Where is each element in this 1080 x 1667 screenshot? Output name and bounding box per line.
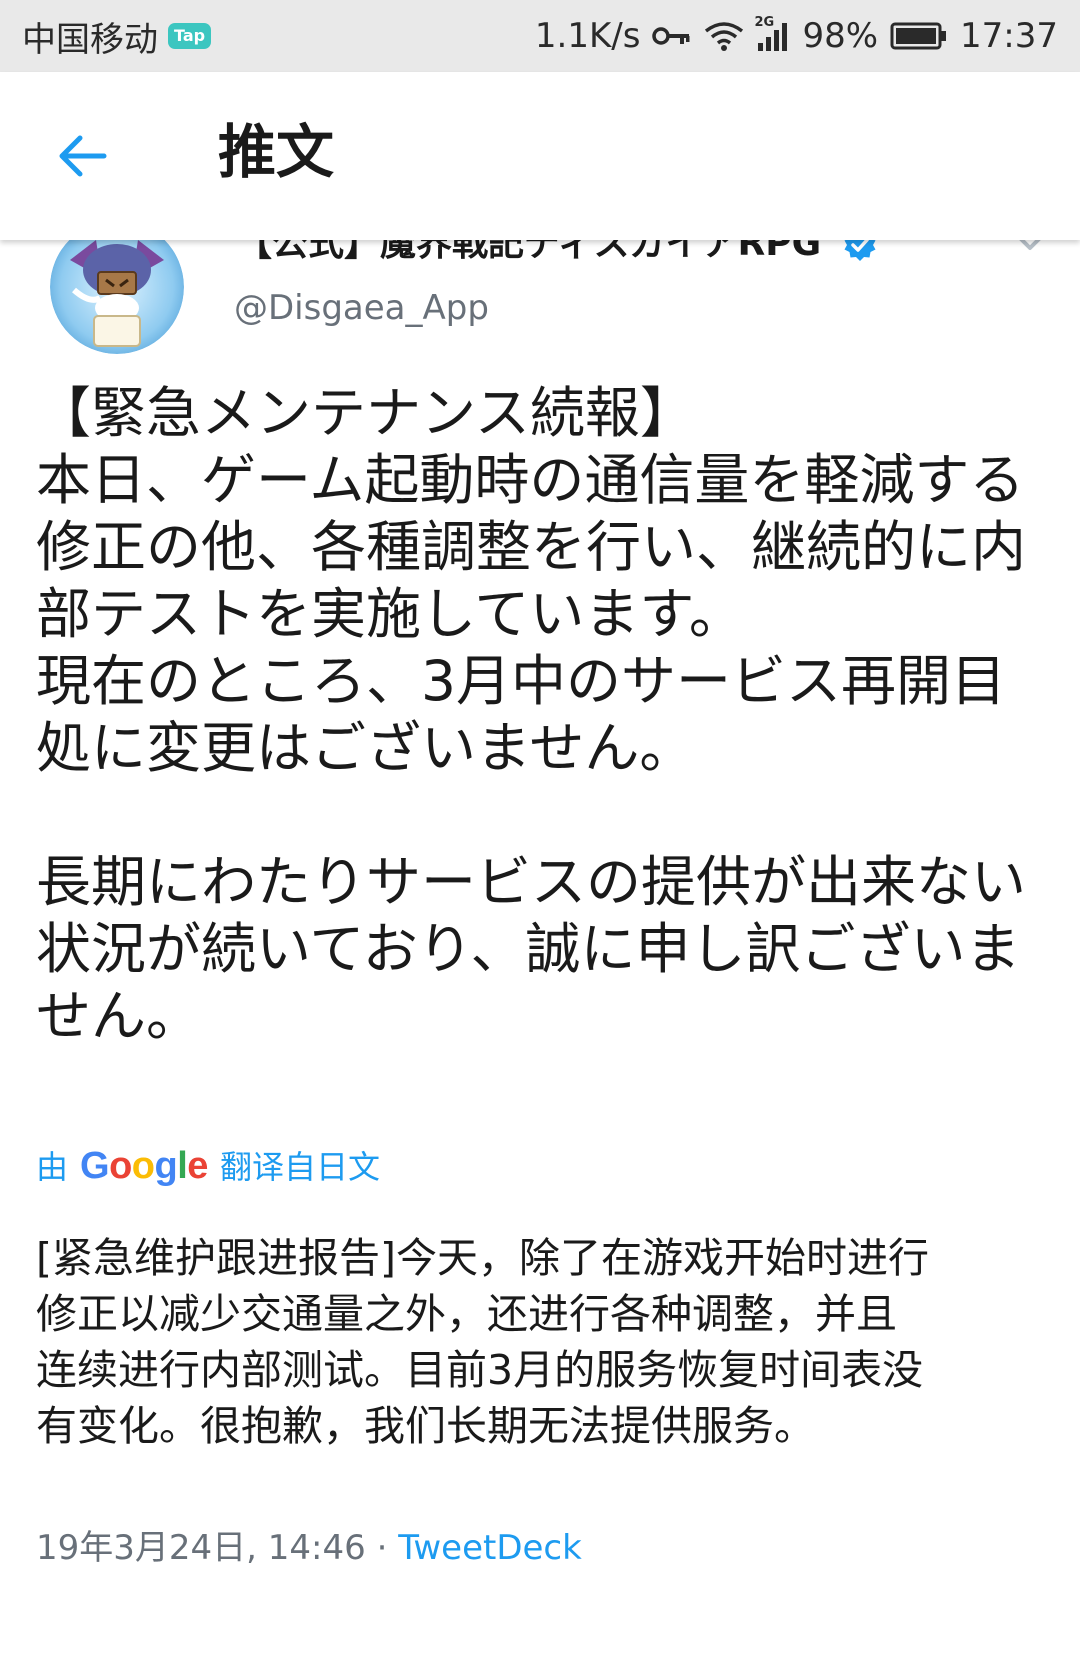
chevron-down-icon[interactable]	[1010, 240, 1050, 254]
google-logo: Google	[80, 1145, 208, 1187]
meta-separator: ·	[376, 1528, 388, 1568]
tweet-text-paragraph: 長期にわたりサービスの提供が出来ない 状況が続いており、誠に申し訳ございま せん…	[36, 850, 1027, 1048]
app-header: 推文	[0, 72, 1080, 240]
translation-prefix: 由	[36, 1148, 69, 1186]
avatar[interactable]	[50, 240, 184, 354]
signal-indicator: 2G	[754, 15, 790, 51]
author-display-name[interactable]: 【公式】魔界戦記ディスガイアRPG	[236, 240, 878, 266]
network-type: 2G	[754, 15, 775, 30]
key-icon	[652, 27, 690, 45]
wifi-icon	[705, 22, 744, 51]
taptap-app-icon: Tap	[168, 23, 212, 49]
translation-suffix: 翻译自日文	[219, 1148, 380, 1186]
tweet-detail: 【公式】魔界戦記ディスガイアRPG @Disgaea_App 【緊急メンテナンス…	[0, 240, 1080, 1667]
avatar-image	[50, 240, 184, 354]
tweet-text-paragraph: 【緊急メンテナンス続報】 本日、ゲーム起動時の通信量を軽減する 修正の他、各種調…	[36, 381, 1027, 780]
author-screen-name[interactable]: @Disgaea_App	[234, 288, 489, 328]
carrier-name: 中国移动	[22, 19, 158, 60]
arrow-left-icon	[59, 135, 107, 177]
tweet-author[interactable]: 【公式】魔界戦記ディスガイアRPG @Disgaea_App	[0, 240, 1080, 354]
back-button[interactable]	[52, 124, 116, 188]
tweet-timestamp: 19年3月24日, 14:46	[36, 1528, 366, 1568]
battery-percent: 98%	[802, 16, 879, 56]
translated-tweet-text: [紧急维护跟进报告]今天，除了在游戏开始时进行 修正以减少交通量之外，还进行各种…	[36, 1234, 929, 1450]
display-name-text: 【公式】魔界戦記ディスガイアRPG	[236, 240, 822, 264]
translation-attribution[interactable]: 由 Google 翻译自日文	[36, 1142, 380, 1188]
tweet-metadata: 19年3月24日, 14:46 · TweetDeck	[36, 1520, 582, 1569]
page-title: 推文	[218, 118, 335, 186]
status-bar-left: 中国移动 Tap	[22, 12, 212, 61]
battery-icon	[890, 22, 947, 50]
tweet-detail-screen: 中国移动 Tap 1.1K/s 2G 98% 17:37 推文 【公式】魔界戦記…	[0, 0, 1080, 1667]
status-bar: 中国移动 Tap 1.1K/s 2G 98% 17:37	[0, 0, 1080, 72]
verified-badge-icon	[844, 240, 876, 261]
clock: 17:37	[960, 16, 1058, 56]
tweet-text: 【緊急メンテナンス続報】 本日、ゲーム起動時の通信量を軽減する 修正の他、各種調…	[36, 380, 1056, 1050]
net-speed: 1.1K/s	[534, 16, 641, 56]
status-bar-right: 1.1K/s 2G 98% 17:37	[534, 15, 1058, 56]
tweet-source-link[interactable]: TweetDeck	[398, 1528, 582, 1568]
